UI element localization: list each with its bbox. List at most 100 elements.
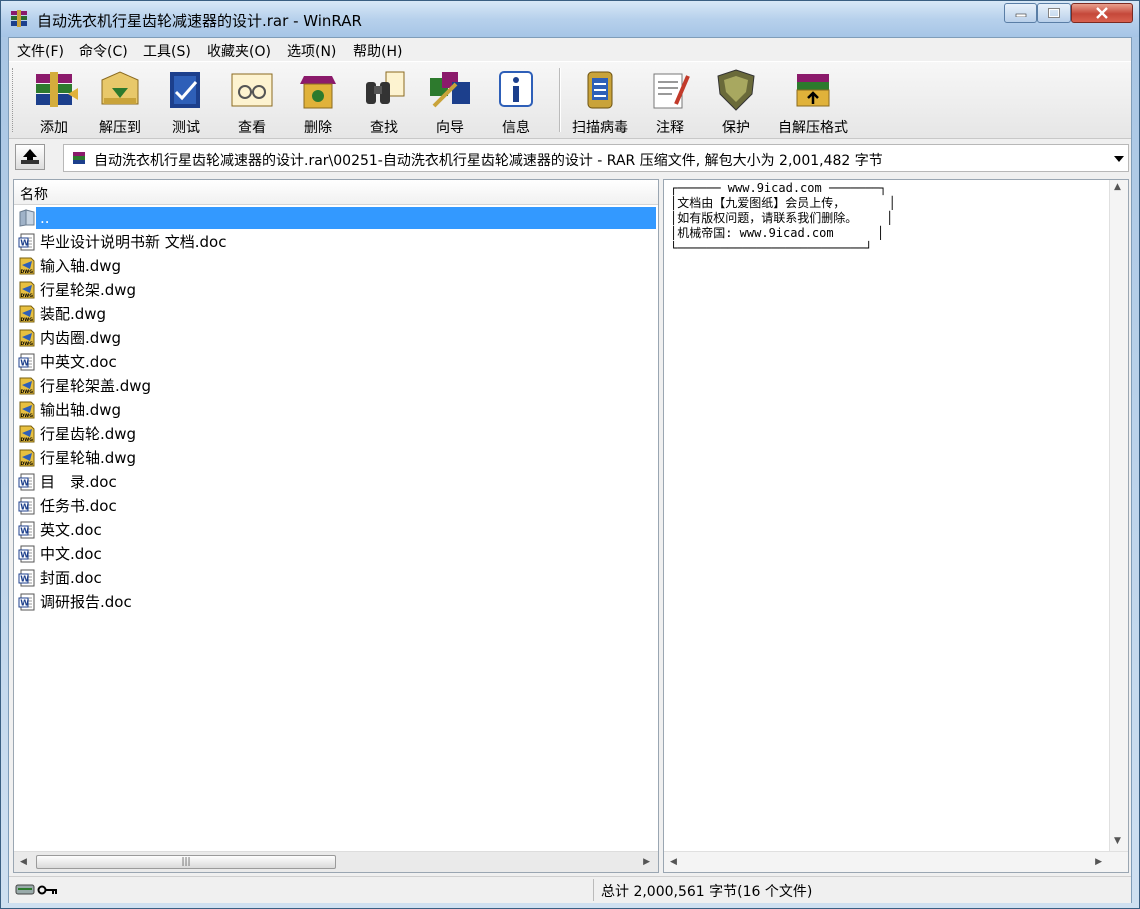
protect-button[interactable]: 保护: [703, 66, 769, 136]
sfx-label: 自解压格式: [778, 120, 848, 136]
wizard-button[interactable]: 向导: [417, 66, 483, 136]
file-name: 行星轮架.dwg: [40, 281, 137, 299]
file-row[interactable]: W 调研报告.doc: [14, 590, 658, 614]
menu-favorites[interactable]: 收藏夹(O): [207, 41, 271, 61]
scroll-up-icon[interactable]: ▲: [1114, 182, 1121, 192]
file-row[interactable]: DWG 行星齿轮.dwg: [14, 422, 658, 446]
view-icon: [231, 73, 273, 107]
word-document-icon: W: [18, 545, 35, 563]
delete-icon: [300, 76, 336, 109]
add-icon: [36, 72, 78, 107]
scroll-left-icon[interactable]: ◀: [670, 857, 677, 867]
svg-text:DWG: DWG: [21, 341, 34, 347]
archive-comment: ┌────── www.9icad.com ───────┐ │文档由【九爱图纸】…: [670, 181, 896, 256]
minimize-button[interactable]: [1004, 3, 1037, 23]
menu-command[interactable]: 命令(C): [79, 41, 128, 61]
scrollbar-thumb[interactable]: |||: [36, 855, 336, 869]
comment-line: └──────────────────────────┘: [670, 241, 873, 255]
comment-line: │文档由【九爱图纸】会员上传， │: [670, 196, 896, 210]
file-row[interactable]: DWG 输入轴.dwg: [14, 254, 658, 278]
comment-vertical-scrollbar[interactable]: ▲ ▼: [1109, 180, 1128, 852]
title-bar[interactable]: 自动洗衣机行星齿轮减速器的设计.rar - WinRAR: [1, 1, 1139, 37]
extract-to-button[interactable]: 解压到: [87, 66, 153, 136]
file-row[interactable]: DWG 输出轴.dwg: [14, 398, 658, 422]
word-document-icon: W: [18, 353, 35, 371]
find-button[interactable]: 查找: [351, 66, 417, 136]
drive-key-icon[interactable]: [15, 882, 59, 896]
file-name: 行星轮轴.dwg: [40, 449, 137, 467]
menu-options[interactable]: 选项(N): [287, 41, 336, 61]
chevron-down-icon[interactable]: [1114, 155, 1124, 163]
file-row[interactable]: W 中英文.doc: [14, 350, 658, 374]
wizard-icon: [430, 72, 470, 108]
protect-icon: [717, 69, 755, 111]
selection-highlight: [36, 207, 656, 229]
svg-text:DWG: DWG: [21, 413, 34, 419]
svg-text:W: W: [20, 239, 29, 248]
test-icon: [170, 72, 200, 108]
status-bar: 总计 2,000,561 字节(16 个文件): [9, 876, 1131, 903]
maximize-button[interactable]: [1037, 3, 1071, 23]
file-name: ..: [38, 207, 52, 229]
close-icon: [1096, 7, 1108, 19]
file-row[interactable]: DWG 行星轮轴.dwg: [14, 446, 658, 470]
address-field[interactable]: 自动洗衣机行星齿轮减速器的设计.rar\00251-自动洗衣机行星齿轮减速器的设…: [63, 144, 1129, 172]
view-button[interactable]: 查看: [219, 66, 285, 136]
scroll-right-icon[interactable]: ▶: [1095, 857, 1102, 867]
file-name: 行星轮架盖.dwg: [40, 377, 152, 395]
dwg-file-icon: DWG: [19, 425, 35, 443]
menu-tools[interactable]: 工具(S): [143, 41, 191, 61]
file-row[interactable]: DWG 内齿圈.dwg: [14, 326, 658, 350]
column-header-name[interactable]: 名称: [14, 180, 658, 205]
file-list-pane: 名称 .. W 毕业设计说明书新 文档.doc DWG 输入轴.dwg DWG 行星轮架.d…: [13, 179, 659, 873]
word-document-icon: W: [18, 569, 35, 587]
comment-horizontal-scrollbar[interactable]: ◀ ▶: [664, 851, 1128, 872]
file-row[interactable]: W 毕业设计说明书新 文档.doc: [14, 230, 658, 254]
horizontal-scrollbar[interactable]: ◀ ||| ▶: [14, 851, 658, 872]
scroll-right-icon[interactable]: ▶: [643, 857, 650, 867]
menu-file[interactable]: 文件(F): [17, 41, 64, 61]
svg-text:W: W: [20, 359, 29, 368]
close-button[interactable]: [1071, 3, 1133, 23]
toolbar-grip[interactable]: [12, 68, 16, 132]
word-document-icon: W: [18, 521, 35, 539]
file-row[interactable]: W 封面.doc: [14, 566, 658, 590]
info-button[interactable]: 信息: [483, 66, 549, 136]
svg-text:DWG: DWG: [21, 293, 34, 299]
file-row[interactable]: W 英文.doc: [14, 518, 658, 542]
add-button[interactable]: 添加: [21, 66, 87, 136]
scroll-left-icon[interactable]: ◀: [20, 857, 27, 867]
file-row[interactable]: W 任务书.doc: [14, 494, 658, 518]
comment-pane: ┌────── www.9icad.com ───────┐ │文档由【九爱图纸】…: [663, 179, 1129, 873]
status-divider: [593, 879, 594, 901]
menu-help[interactable]: 帮助(H): [353, 41, 402, 61]
file-row[interactable]: DWG 行星轮架.dwg: [14, 278, 658, 302]
file-row[interactable]: DWG 行星轮架盖.dwg: [14, 374, 658, 398]
extract-icon: [101, 71, 139, 105]
file-row[interactable]: W 目 录.doc: [14, 470, 658, 494]
delete-label: 删除: [304, 120, 332, 136]
up-folder-button[interactable]: [15, 144, 45, 170]
file-list: .. W 毕业设计说明书新 文档.doc DWG 输入轴.dwg DWG 行星轮架.dwg D…: [14, 206, 658, 614]
sfx-icon: [796, 74, 830, 107]
file-name: 英文.doc: [40, 521, 102, 539]
svg-text:W: W: [20, 503, 29, 512]
file-row[interactable]: W 中文.doc: [14, 542, 658, 566]
file-name: 中英文.doc: [40, 353, 117, 371]
delete-button[interactable]: 删除: [285, 66, 351, 136]
word-document-icon: W: [18, 473, 35, 491]
file-row[interactable]: ..: [14, 206, 658, 230]
minimize-icon: [1015, 13, 1026, 17]
client-area: 文件(F) 命令(C) 工具(S) 收藏夹(O) 选项(N) 帮助(H) 添加 …: [8, 37, 1132, 903]
toolbar-separator: [559, 68, 561, 132]
scan-virus-icon: [587, 71, 613, 109]
info-icon: [499, 71, 533, 107]
file-name: 中文.doc: [40, 545, 102, 563]
wizard-label: 向导: [436, 120, 464, 136]
scan-virus-button[interactable]: 扫描病毒: [567, 66, 633, 136]
scroll-down-icon[interactable]: ▼: [1114, 836, 1121, 846]
comment-button[interactable]: 注释: [637, 66, 703, 136]
sfx-button[interactable]: 自解压格式: [773, 66, 853, 136]
test-button[interactable]: 测试: [153, 66, 219, 136]
file-row[interactable]: DWG 装配.dwg: [14, 302, 658, 326]
